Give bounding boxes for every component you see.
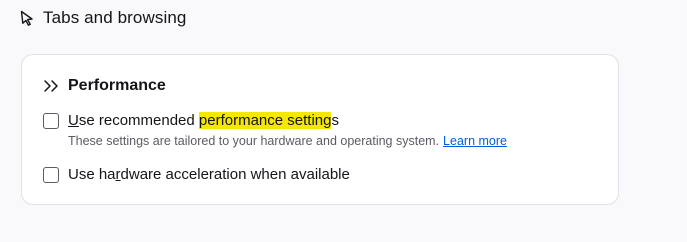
- section-header: Tabs and browsing: [19, 7, 186, 29]
- pointer-icon: [19, 10, 35, 26]
- section-title: Tabs and browsing: [43, 8, 187, 27]
- hardware-acceleration-label[interactable]: Use hardware acceleration when available: [68, 166, 350, 184]
- recommended-performance-option[interactable]: Use recommended performance settings: [43, 112, 339, 130]
- accesskey-char: U: [68, 112, 79, 129]
- learn-more-link[interactable]: Learn more: [443, 134, 507, 148]
- recommended-performance-description: These settings are tailored to your hard…: [68, 134, 507, 148]
- hardware-acceleration-option[interactable]: Use hardware acceleration when available: [43, 166, 350, 184]
- description-text: These settings are tailored to your hard…: [68, 134, 440, 148]
- double-chevron-right-icon: [43, 79, 61, 93]
- hardware-acceleration-checkbox[interactable]: [43, 167, 59, 183]
- performance-title: Performance: [68, 77, 166, 94]
- label-text-after-accesskey: dware acceleration when available: [120, 166, 350, 183]
- settings-page: Tabs and browsing Performance Use recomm…: [0, 0, 687, 242]
- recommended-performance-checkbox[interactable]: [43, 113, 59, 129]
- recommended-performance-label[interactable]: Use recommended performance settings: [68, 112, 339, 130]
- label-text-before-accesskey: Use ha: [68, 166, 116, 183]
- label-text-before-highlight: se recommended: [78, 112, 199, 129]
- label-text-after-highlight: s: [331, 112, 339, 129]
- performance-card: Performance Use recommended performance …: [21, 54, 619, 205]
- search-highlight: performance setting: [198, 112, 332, 129]
- performance-header: Performance: [43, 76, 166, 96]
